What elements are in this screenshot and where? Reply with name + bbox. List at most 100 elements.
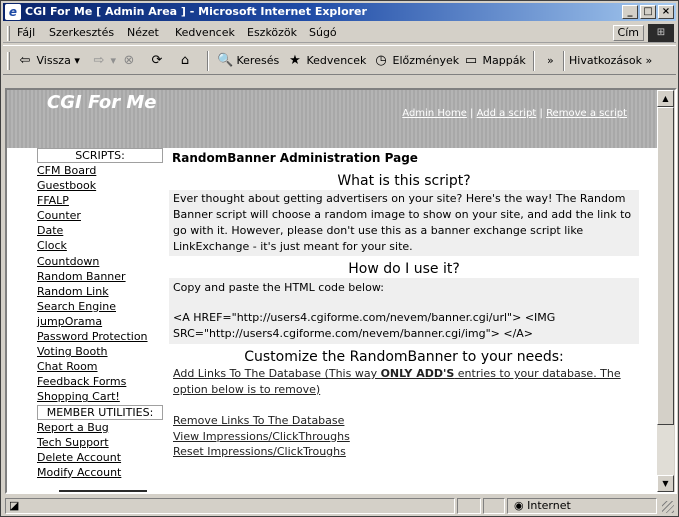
links-toolbar[interactable]: Hivatkozások » (569, 52, 652, 70)
search-icon: 🔍 (217, 53, 234, 68)
back-label: Vissza (36, 54, 71, 67)
what-description: Ever thought about getting advertisers o… (169, 190, 639, 256)
zone-label: Internet (527, 499, 571, 512)
maximize-button[interactable]: □ (640, 5, 656, 19)
standard-toolbar: ⇦ Vissza ▾ ⇨ ▾ ⊗ ⟳ ⌂ 🔍 Keresés ★ Kedvenc… (3, 45, 676, 75)
refresh-button[interactable]: ⟳ (149, 52, 165, 70)
menu-file[interactable]: Fájl (17, 26, 35, 39)
home-button[interactable]: ⌂ (177, 52, 193, 70)
add-script-link[interactable]: Add a script (477, 108, 537, 119)
remove-script-link[interactable]: Remove a script (546, 108, 627, 119)
menu-edit[interactable]: Szerkesztés (49, 26, 114, 39)
add-links-prefix: Add Links To The Database (This way (173, 367, 381, 380)
sidebar-link-guestbook[interactable]: Guestbook (37, 178, 163, 193)
forward-button[interactable]: ⇨ ▾ (91, 52, 116, 70)
sidebar-link-modify-account[interactable]: Modify Account (37, 465, 163, 480)
page-viewport: CGI For Me Admin Home | Add a script | R… (7, 90, 657, 492)
status-cell-progress (457, 498, 481, 514)
window-controls: _ □ × (622, 5, 674, 19)
refresh-icon: ⟳ (151, 53, 163, 68)
sidebar-link-random-link[interactable]: Random Link (37, 284, 163, 299)
add-links-link[interactable]: Add Links To The Database (This way ONLY… (169, 366, 639, 397)
add-links-bold: ONLY ADD'S (380, 367, 455, 380)
sidebar-link-password-protection[interactable]: Password Protection (37, 329, 163, 344)
sidebar-link-voting-booth[interactable]: Voting Booth (37, 344, 163, 359)
vertical-scrollbar[interactable]: ▲ ▼ (657, 90, 674, 492)
menubar-grip[interactable] (7, 26, 10, 41)
toolbar-separator (533, 51, 535, 71)
close-button[interactable]: × (658, 5, 674, 19)
resize-grip[interactable] (662, 501, 674, 513)
search-button[interactable]: 🔍 Keresés (217, 52, 279, 70)
forward-dropdown-icon[interactable]: ▾ (111, 54, 117, 67)
toolbar-grip[interactable] (7, 52, 10, 70)
sidebar-logo-image (59, 489, 147, 492)
home-icon: ⌂ (180, 53, 190, 68)
sidebar-link-ffalp[interactable]: FFALP (37, 193, 163, 208)
stop-button[interactable]: ⊗ (121, 52, 137, 70)
favorites-button[interactable]: ★ Kedvencek (287, 52, 366, 70)
sidebar-link-counter[interactable]: Counter (37, 208, 163, 223)
admin-nav: Admin Home | Add a script | Remove a scr… (402, 108, 627, 119)
toolbar-separator (563, 51, 565, 71)
how-heading: How do I use it? (348, 261, 460, 277)
menu-view[interactable]: Nézet (127, 26, 159, 39)
sidebar-link-random-banner[interactable]: Random Banner (37, 269, 163, 284)
folders-icon: ▭ (464, 53, 478, 68)
scripts-header: SCRIPTS: (37, 148, 163, 163)
stop-icon: ⊗ (123, 53, 135, 68)
sidebar-link-delete-account[interactable]: Delete Account (37, 450, 163, 465)
links-chevron[interactable]: » (645, 54, 652, 67)
scroll-down-button[interactable]: ▼ (657, 475, 674, 492)
folders-label: Mappák (482, 54, 526, 67)
main-content: RandomBanner Administration Page What is… (169, 148, 639, 460)
menu-help[interactable]: Súgó (309, 26, 337, 39)
sidebar-link-date[interactable]: Date (37, 223, 163, 238)
sidebar-link-jumporama[interactable]: jumpOrama (37, 314, 163, 329)
site-logo: CGI For Me (47, 92, 157, 113)
internet-zone-icon: ◉ (514, 499, 524, 512)
page-header: CGI For Me Admin Home | Add a script | R… (7, 90, 657, 148)
sidebar: SCRIPTS: CFM Board Guestbook FFALP Count… (37, 148, 163, 492)
folders-button[interactable]: ▭ Mappák (463, 52, 526, 70)
sidebar-link-countdown[interactable]: Countdown (37, 254, 163, 269)
window-title: CGI For Me [ Admin Area ] - Microsoft In… (25, 5, 367, 18)
sidebar-link-search-engine[interactable]: Search Engine (37, 299, 163, 314)
page-title: RandomBanner Administration Page (172, 151, 418, 165)
links-label: Hivatkozások (569, 54, 642, 67)
sidebar-link-cfm-board[interactable]: CFM Board (37, 163, 163, 178)
how-instructions: Copy and paste the HTML code below: <A H… (169, 278, 639, 344)
scroll-thumb[interactable] (657, 107, 674, 425)
view-impressions-link[interactable]: View Impressions/ClickThroughs (169, 429, 639, 445)
sidebar-link-chat-room[interactable]: Chat Room (37, 359, 163, 374)
favorites-icon: ★ (289, 53, 301, 68)
sidebar-link-tech-support[interactable]: Tech Support (37, 435, 163, 450)
search-label: Keresés (236, 54, 280, 67)
sidebar-link-feedback-forms[interactable]: Feedback Forms (37, 374, 163, 389)
menu-tools[interactable]: Eszközök (247, 26, 297, 39)
back-dropdown-icon[interactable]: ▾ (74, 54, 80, 67)
forward-arrow-icon: ⇨ (93, 53, 105, 68)
customize-heading: Customize the RandomBanner to your needs… (244, 349, 564, 365)
remove-links-link[interactable]: Remove Links To The Database (169, 413, 639, 429)
html-code-snippet: <A HREF="http://users4.cgiforme.com/neve… (173, 311, 556, 340)
history-label: Előzmények (392, 54, 460, 67)
toolbar-chevron[interactable]: » (547, 52, 554, 70)
history-icon: ◷ (375, 53, 387, 68)
minimize-button[interactable]: _ (622, 5, 638, 19)
history-button[interactable]: ◷ Előzmények (373, 52, 459, 70)
title-bar: e CGI For Me [ Admin Area ] - Microsoft … (3, 3, 676, 21)
address-bar-toggle[interactable]: Cím (612, 25, 644, 41)
scroll-up-button[interactable]: ▲ (657, 90, 674, 107)
what-heading: What is this script? (337, 173, 471, 189)
toolbar-separator (207, 51, 209, 71)
sidebar-link-report-bug[interactable]: Report a Bug (37, 420, 163, 435)
admin-home-link[interactable]: Admin Home (402, 108, 467, 119)
menu-favorites[interactable]: Kedvencek (175, 26, 235, 39)
sidebar-link-clock[interactable]: Clock (37, 238, 163, 253)
status-text-cell: ◪ (5, 498, 455, 514)
sidebar-link-shopping-cart[interactable]: Shopping Cart! (37, 389, 163, 404)
reset-impressions-link[interactable]: Reset Impressions/ClickTroughs (169, 444, 639, 460)
back-button[interactable]: ⇦ Vissza ▾ (17, 52, 80, 70)
how-text: Copy and paste the HTML code below: (173, 281, 384, 294)
